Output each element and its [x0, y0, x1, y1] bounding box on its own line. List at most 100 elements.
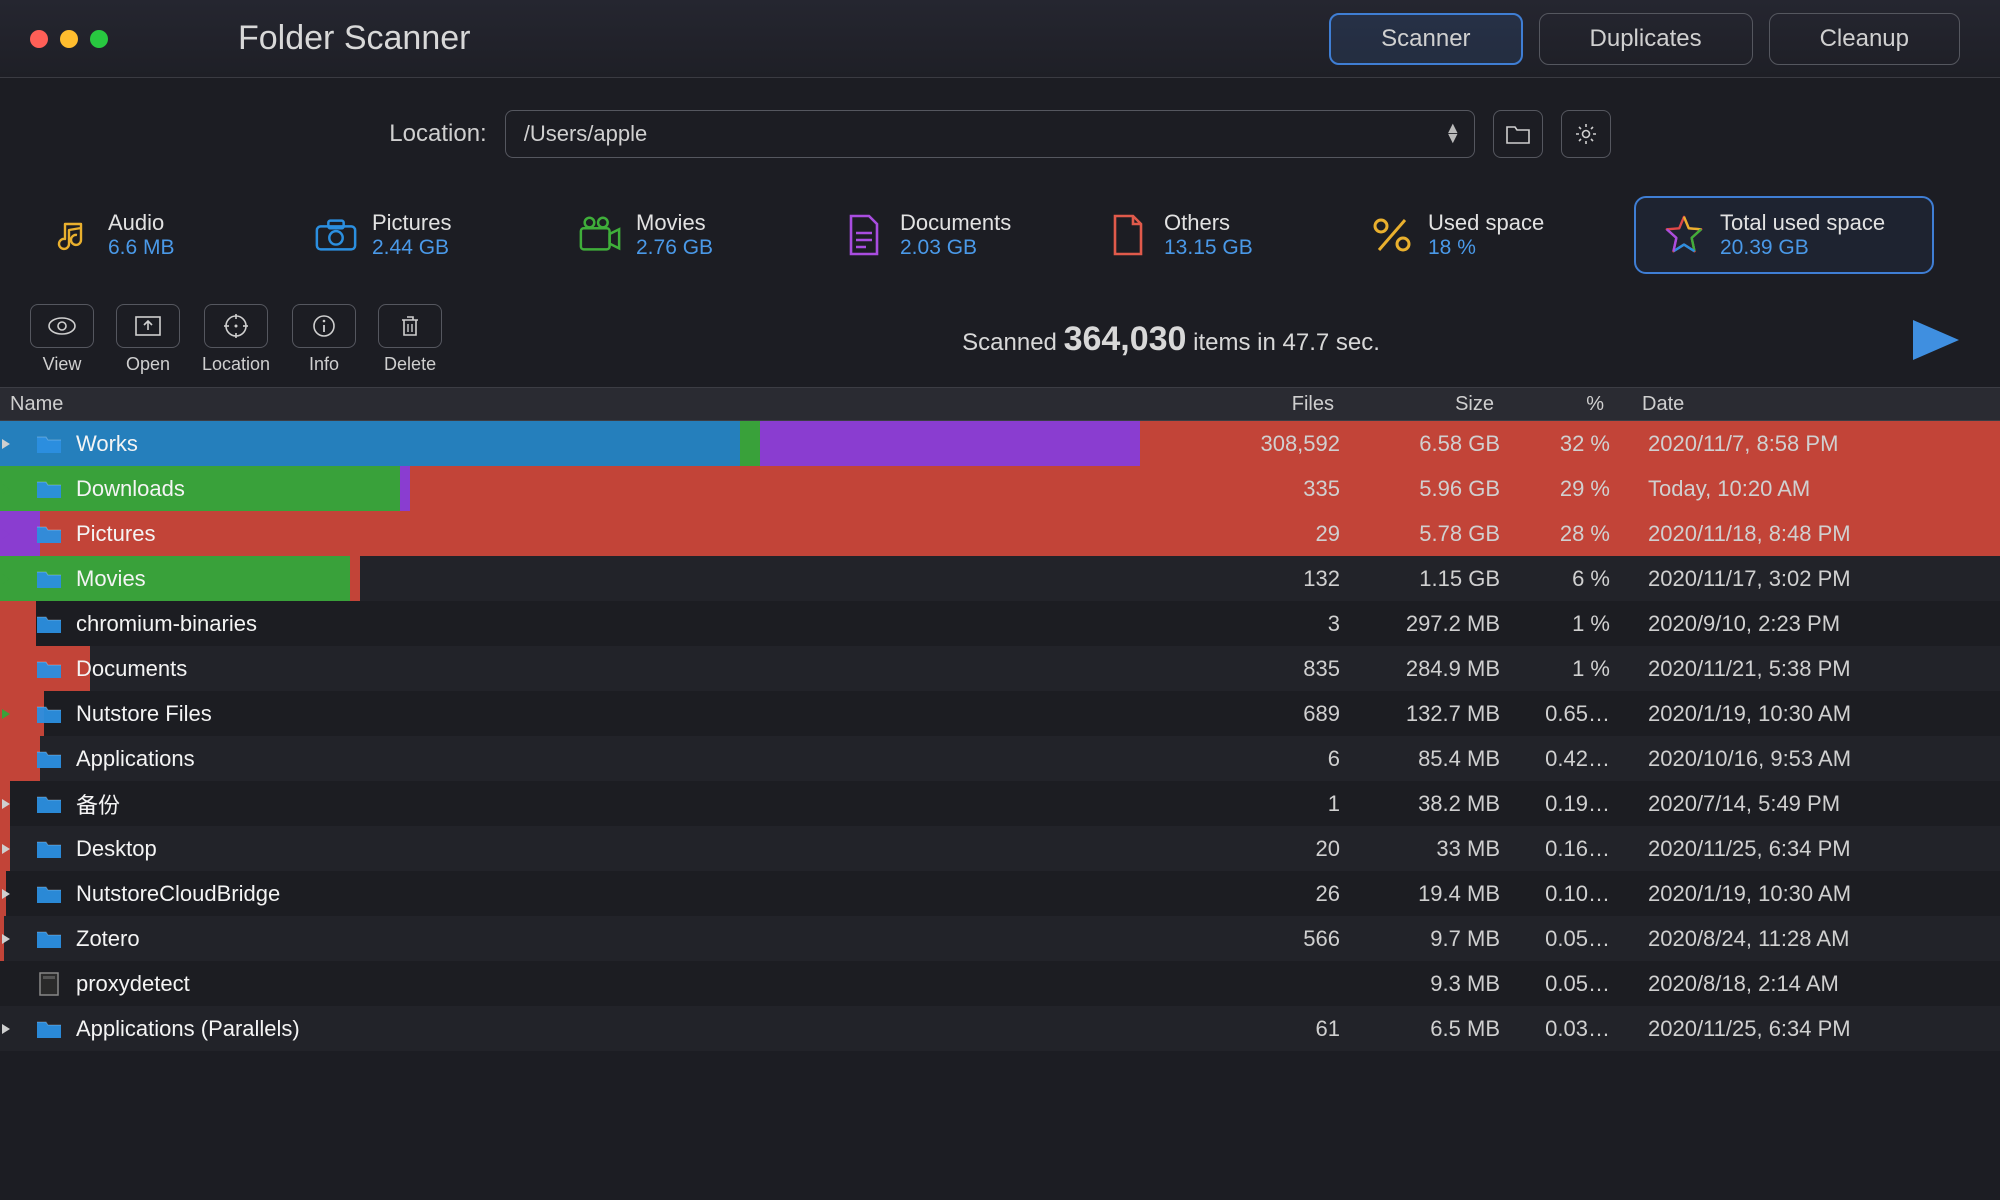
row-pct: 1 % — [1520, 656, 1630, 682]
row-pct: 1 % — [1520, 611, 1630, 637]
tab-duplicates[interactable]: Duplicates — [1539, 13, 1753, 65]
row-name: NutstoreCloudBridge — [76, 881, 280, 907]
row-date: 2020/10/16, 9:53 AM — [1630, 746, 2000, 772]
row-size: 9.3 MB — [1360, 971, 1520, 997]
table-row[interactable]: 备份138.2 MB0.19…2020/7/14, 5:49 PM — [0, 781, 2000, 826]
view-button[interactable] — [30, 304, 94, 348]
tab-scanner[interactable]: Scanner — [1329, 13, 1522, 65]
table-row[interactable]: NutstoreCloudBridge2619.4 MB0.10…2020/1/… — [0, 871, 2000, 916]
location-select[interactable] — [505, 110, 1475, 158]
browse-folder-button[interactable] — [1493, 110, 1543, 158]
stat-audio[interactable]: Audio6.6 MB — [50, 210, 280, 260]
maximize-window-button[interactable] — [90, 30, 108, 48]
table-row[interactable]: Pictures295.78 GB28 %2020/11/18, 8:48 PM — [0, 511, 2000, 556]
disclosure-triangle-icon[interactable] — [0, 932, 30, 946]
info-button[interactable] — [292, 304, 356, 348]
table-row[interactable]: chromium-binaries3297.2 MB1 %2020/9/10, … — [0, 601, 2000, 646]
row-pct: 28 % — [1520, 521, 1630, 547]
table-row[interactable]: Zotero5669.7 MB0.05…2020/8/24, 11:28 AM — [0, 916, 2000, 961]
row-name: Desktop — [76, 836, 157, 862]
table-row[interactable]: Nutstore Files689132.7 MB0.65…2020/1/19,… — [0, 691, 2000, 736]
pictures-icon — [314, 213, 358, 257]
tab-cleanup[interactable]: Cleanup — [1769, 13, 1960, 65]
disclosure-triangle-icon[interactable] — [0, 617, 30, 631]
table-body: Works308,5926.58 GB32 %2020/11/7, 8:58 P… — [0, 421, 2000, 1051]
table-row[interactable]: Documents835284.9 MB1 %2020/11/21, 5:38 … — [0, 646, 2000, 691]
row-name: 备份 — [76, 788, 120, 820]
settings-button[interactable] — [1561, 110, 1611, 158]
col-size[interactable]: Size — [1354, 393, 1514, 416]
table-row[interactable]: Downloads3355.96 GB29 %Today, 10:20 AM — [0, 466, 2000, 511]
minimize-window-button[interactable] — [60, 30, 78, 48]
disclosure-triangle-icon[interactable] — [0, 527, 30, 541]
window-controls — [30, 30, 108, 48]
disclosure-triangle-icon[interactable] — [0, 707, 30, 721]
row-date: 2020/1/19, 10:30 AM — [1630, 701, 2000, 727]
row-pct: 0.10… — [1520, 881, 1630, 907]
disclosure-triangle-icon[interactable] — [0, 842, 30, 856]
stat-total-used-space[interactable]: Total used space20.39 GB — [1634, 196, 1934, 274]
folder-icon — [34, 565, 64, 593]
row-name: proxydetect — [76, 971, 190, 997]
row-date: 2020/8/18, 2:14 AM — [1630, 971, 2000, 997]
folder-icon — [34, 700, 64, 728]
delete-button[interactable] — [378, 304, 442, 348]
folder-icon — [34, 925, 64, 953]
disclosure-triangle-icon[interactable] — [0, 662, 30, 676]
close-window-button[interactable] — [30, 30, 48, 48]
percent-icon — [1370, 213, 1414, 257]
row-files: 1 — [1210, 791, 1360, 817]
table-row[interactable]: proxydetect9.3 MB0.05…2020/8/18, 2:14 AM — [0, 961, 2000, 1006]
row-name: Pictures — [76, 521, 155, 547]
stat-movies[interactable]: Movies2.76 GB — [578, 210, 808, 260]
table-row[interactable]: Desktop2033 MB0.16…2020/11/25, 6:34 PM — [0, 826, 2000, 871]
row-date: 2020/11/25, 6:34 PM — [1630, 1016, 2000, 1042]
disclosure-triangle-icon[interactable] — [0, 572, 30, 586]
table-row[interactable]: Movies1321.15 GB6 %2020/11/17, 3:02 PM — [0, 556, 2000, 601]
table-row[interactable]: Applications (Parallels)616.5 MB0.03…202… — [0, 1006, 2000, 1051]
row-size: 5.78 GB — [1360, 521, 1520, 547]
audio-icon — [50, 213, 94, 257]
row-date: 2020/1/19, 10:30 AM — [1630, 881, 2000, 907]
table-row[interactable]: Works308,5926.58 GB32 %2020/11/7, 8:58 P… — [0, 421, 2000, 466]
row-name: Movies — [76, 566, 146, 592]
row-pct: 6 % — [1520, 566, 1630, 592]
row-date: 2020/11/7, 8:58 PM — [1630, 431, 2000, 457]
row-size: 9.7 MB — [1360, 926, 1520, 952]
row-size: 19.4 MB — [1360, 881, 1520, 907]
row-files: 20 — [1210, 836, 1360, 862]
row-pct: 0.42… — [1520, 746, 1630, 772]
disclosure-triangle-icon[interactable] — [0, 437, 30, 451]
disclosure-triangle-icon[interactable] — [0, 797, 30, 811]
col-name[interactable]: Name — [6, 393, 1204, 416]
open-button[interactable] — [116, 304, 180, 348]
stat-others[interactable]: Others13.15 GB — [1106, 210, 1336, 260]
star-icon — [1662, 213, 1706, 257]
row-pct: 29 % — [1520, 476, 1630, 502]
location-button[interactable] — [204, 304, 268, 348]
folder-icon — [34, 655, 64, 683]
disclosure-triangle-icon[interactable] — [0, 752, 30, 766]
col-date[interactable]: Date — [1624, 393, 1994, 416]
row-size: 33 MB — [1360, 836, 1520, 862]
disclosure-triangle-icon[interactable] — [0, 482, 30, 496]
stat-used-space[interactable]: Used space18 % — [1370, 210, 1600, 260]
disclosure-triangle-icon[interactable] — [0, 887, 30, 901]
folder-icon — [34, 880, 64, 908]
row-files: 308,592 — [1210, 431, 1360, 457]
col-files[interactable]: Files — [1204, 393, 1354, 416]
col-pct[interactable]: % — [1514, 393, 1624, 416]
table-header: Name Files Size % Date — [0, 387, 2000, 421]
row-name: Nutstore Files — [76, 701, 212, 727]
row-name: Applications — [76, 746, 195, 772]
row-date: 2020/9/10, 2:23 PM — [1630, 611, 2000, 637]
table-row[interactable]: Applications685.4 MB0.42…2020/10/16, 9:5… — [0, 736, 2000, 781]
row-size: 6.5 MB — [1360, 1016, 1520, 1042]
folder-icon — [34, 835, 64, 863]
rescan-button[interactable] — [1900, 312, 1970, 368]
disclosure-triangle-icon[interactable] — [0, 1022, 30, 1036]
stat-documents[interactable]: Documents2.03 GB — [842, 210, 1072, 260]
row-date: 2020/8/24, 11:28 AM — [1630, 926, 2000, 952]
stat-pictures[interactable]: Pictures2.44 GB — [314, 210, 544, 260]
row-size: 1.15 GB — [1360, 566, 1520, 592]
